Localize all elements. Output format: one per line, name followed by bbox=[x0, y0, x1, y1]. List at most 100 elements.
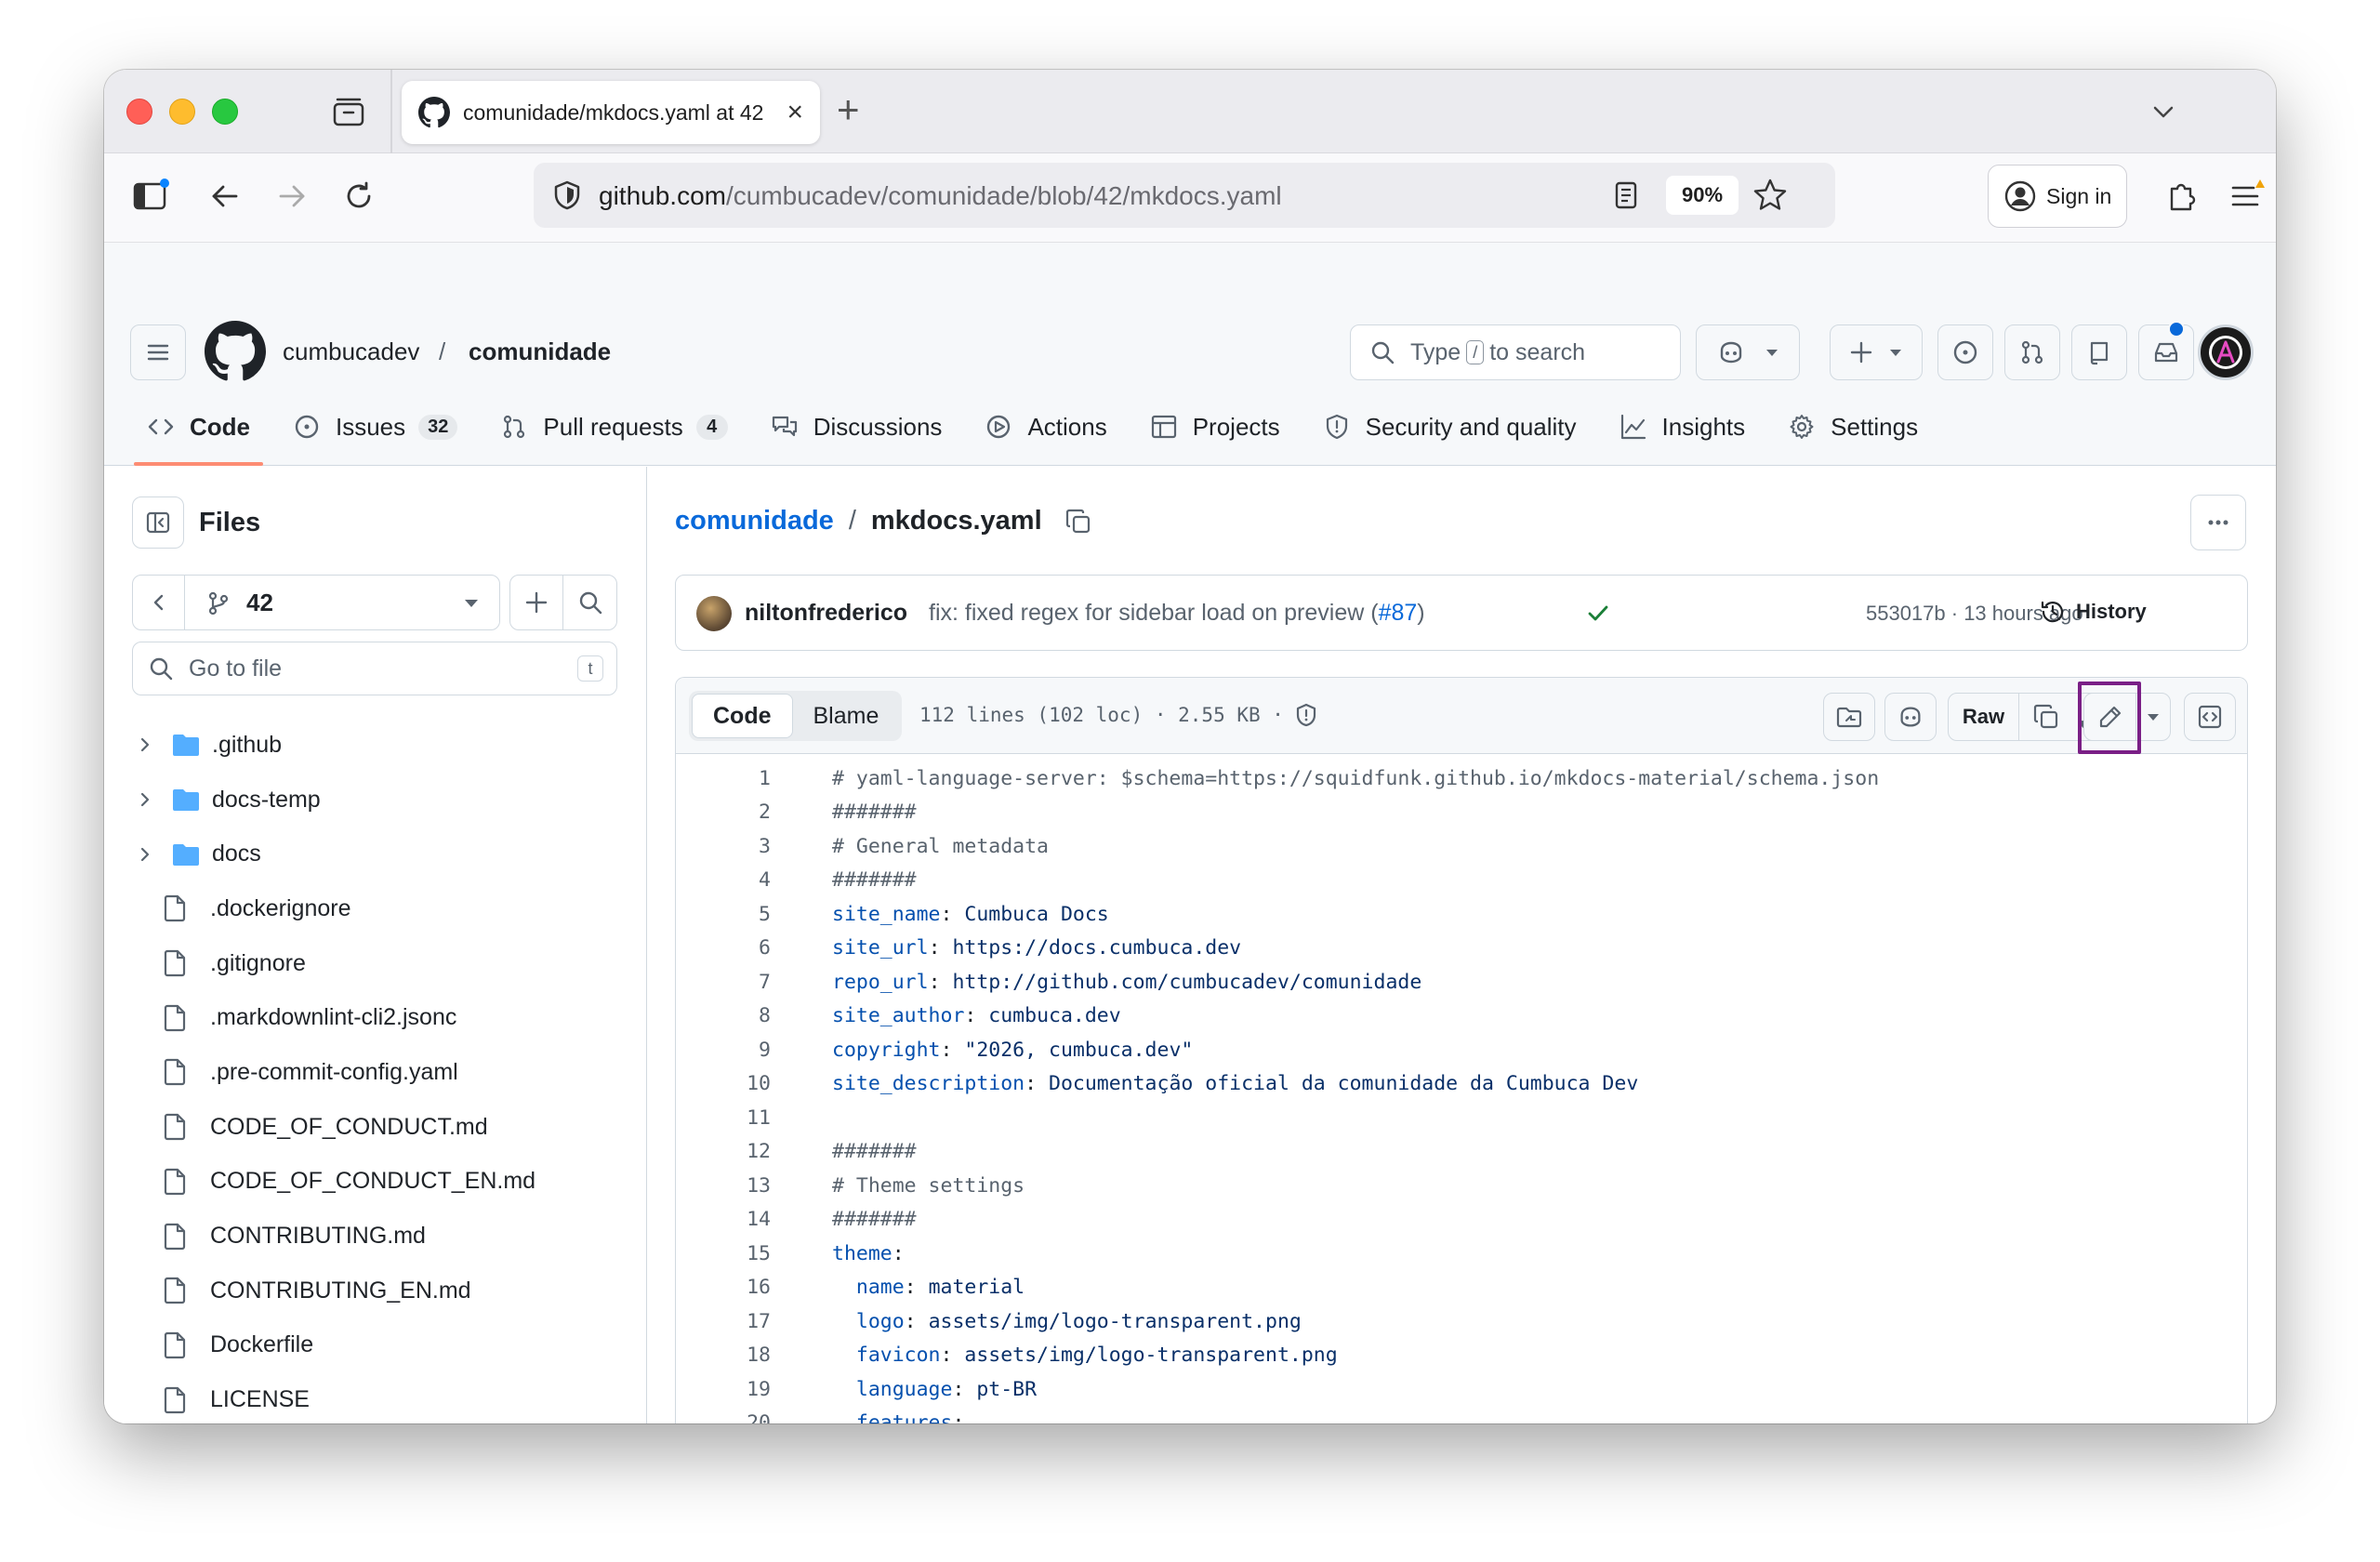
edit-options-dropdown[interactable] bbox=[2136, 694, 2170, 740]
line-number[interactable]: 3 bbox=[676, 835, 771, 858]
tab-insights[interactable]: Insights bbox=[1606, 399, 1759, 455]
breadcrumb-repo-link[interactable]: comunidade bbox=[469, 338, 611, 366]
copilot-button[interactable] bbox=[1696, 324, 1800, 380]
tab-code[interactable]: Code bbox=[134, 399, 263, 466]
pull-requests-button[interactable] bbox=[2004, 324, 2060, 380]
tree-folder-item[interactable]: docs bbox=[104, 827, 647, 881]
line-number[interactable]: 11 bbox=[676, 1106, 771, 1130]
tree-file-item[interactable]: .markdownlint-cli2.jsonc bbox=[104, 990, 647, 1045]
code-owners-shield-icon[interactable] bbox=[1293, 702, 1319, 728]
back-button[interactable] bbox=[133, 576, 185, 629]
tab-code[interactable]: Code bbox=[692, 694, 793, 738]
tree-file-item[interactable]: .gitignore bbox=[104, 936, 647, 991]
tab-issues[interactable]: Issues 32 bbox=[280, 399, 470, 455]
tracking-protection-shield-icon[interactable] bbox=[550, 179, 584, 212]
check-icon[interactable] bbox=[1585, 600, 1611, 626]
browser-tab-active[interactable]: comunidade/mkdocs.yaml at 42 × bbox=[402, 81, 820, 144]
copilot-ask-button[interactable] bbox=[1884, 693, 1937, 741]
app-menu-icon[interactable] bbox=[2226, 176, 2267, 217]
tree-folder-item[interactable]: docs-temp bbox=[104, 773, 647, 827]
tab-actions[interactable]: Actions bbox=[972, 399, 1119, 455]
forward-arrow-icon[interactable] bbox=[271, 176, 312, 217]
file-breadcrumb-repo-link[interactable]: comunidade bbox=[675, 506, 834, 536]
maximize-window-button[interactable] bbox=[212, 99, 238, 125]
symbols-sidebar-toggle-button[interactable] bbox=[2184, 693, 2236, 741]
chevron-right-icon[interactable] bbox=[136, 845, 154, 864]
tree-file-item[interactable]: CODE_OF_CONDUCT.md bbox=[104, 1100, 647, 1155]
repositories-button[interactable] bbox=[2071, 324, 2127, 380]
back-arrow-icon[interactable] bbox=[205, 176, 245, 217]
extensions-puzzle-icon[interactable] bbox=[2161, 176, 2202, 217]
line-number[interactable]: 6 bbox=[676, 936, 771, 960]
line-number[interactable]: 4 bbox=[676, 868, 771, 892]
line-number[interactable]: 5 bbox=[676, 903, 771, 926]
commit-author-avatar[interactable] bbox=[696, 596, 732, 631]
tree-file-item[interactable]: CONTRIBUTING_EN.md bbox=[104, 1264, 647, 1318]
line-number[interactable]: 20 bbox=[676, 1411, 771, 1423]
zoom-level-badge[interactable]: 90% bbox=[1666, 176, 1739, 215]
tab-list-chevron-icon[interactable] bbox=[2149, 98, 2177, 126]
line-number[interactable]: 2 bbox=[676, 801, 771, 824]
global-nav-menu-button[interactable] bbox=[130, 324, 186, 380]
line-number[interactable]: 18 bbox=[676, 1344, 771, 1367]
line-number[interactable]: 12 bbox=[676, 1140, 771, 1163]
line-number[interactable]: 14 bbox=[676, 1208, 771, 1231]
tab-blame[interactable]: Blame bbox=[793, 694, 900, 738]
github-logo-icon[interactable] bbox=[205, 321, 266, 382]
tree-file-item[interactable]: .pre-commit-config.yaml bbox=[104, 1045, 647, 1100]
collapse-file-tree-button[interactable] bbox=[132, 496, 184, 549]
tab-settings[interactable]: Settings bbox=[1775, 399, 1931, 455]
breadcrumb-owner-link[interactable]: cumbucadev bbox=[283, 338, 419, 366]
reader-view-icon[interactable] bbox=[1610, 179, 1642, 211]
line-number[interactable]: 17 bbox=[676, 1310, 771, 1333]
commit-message[interactable]: fix: fixed regex for sidebar load on pre… bbox=[929, 600, 1425, 627]
go-to-file-input[interactable]: Go to file t bbox=[132, 642, 617, 695]
search-files-button[interactable] bbox=[563, 576, 616, 629]
new-tab-button[interactable]: + bbox=[837, 90, 860, 129]
tab-pull-requests[interactable]: Pull requests 4 bbox=[487, 399, 740, 455]
line-number[interactable]: 16 bbox=[676, 1276, 771, 1299]
sign-in-button[interactable]: Sign in bbox=[1988, 165, 2127, 228]
minimize-window-button[interactable] bbox=[169, 99, 195, 125]
chevron-right-icon[interactable] bbox=[136, 790, 154, 809]
line-number[interactable]: 13 bbox=[676, 1174, 771, 1198]
close-window-button[interactable] bbox=[126, 99, 152, 125]
tree-file-item[interactable]: Dockerfile bbox=[104, 1318, 647, 1373]
add-file-button[interactable] bbox=[510, 576, 564, 629]
history-button[interactable]: History bbox=[2039, 598, 2147, 626]
open-symbols-panel-button[interactable] bbox=[1823, 693, 1875, 741]
tree-file-item[interactable]: LICENSE bbox=[104, 1372, 647, 1423]
line-number[interactable]: 10 bbox=[676, 1072, 771, 1095]
tree-folder-item[interactable]: .github bbox=[104, 718, 647, 773]
commit-pr-link[interactable]: #87 bbox=[1379, 600, 1418, 626]
tab-security-and-quality[interactable]: Security and quality bbox=[1310, 399, 1590, 455]
tree-file-item[interactable]: .dockerignore bbox=[104, 881, 647, 936]
tree-file-item[interactable]: CONTRIBUTING.md bbox=[104, 1209, 647, 1264]
reload-icon[interactable] bbox=[338, 176, 379, 217]
line-number[interactable]: 15 bbox=[676, 1242, 771, 1265]
line-number[interactable]: 1 bbox=[676, 767, 771, 790]
raw-button[interactable]: Raw bbox=[1949, 694, 2019, 740]
copy-icon[interactable] bbox=[2032, 703, 2060, 731]
issues-button[interactable] bbox=[1937, 324, 1993, 380]
tab-close-icon[interactable]: × bbox=[787, 99, 803, 126]
tree-file-item[interactable]: CODE_OF_CONDUCT_EN.md bbox=[104, 1155, 647, 1210]
bookmark-star-icon[interactable] bbox=[1752, 177, 1789, 214]
more-options-button[interactable] bbox=[2190, 495, 2246, 550]
line-number[interactable]: 7 bbox=[676, 971, 771, 994]
branch-selector[interactable]: 42 bbox=[132, 575, 500, 630]
chevron-right-icon[interactable] bbox=[136, 735, 154, 754]
line-number[interactable]: 8 bbox=[676, 1004, 771, 1027]
tab-groups-icon[interactable] bbox=[332, 96, 365, 127]
create-new-button[interactable] bbox=[1830, 324, 1923, 380]
notifications-button[interactable] bbox=[2138, 324, 2194, 380]
sidebar-toggle-icon[interactable] bbox=[130, 176, 171, 217]
commit-author-link[interactable]: niltonfrederico bbox=[745, 600, 907, 627]
tab-projects[interactable]: Projects bbox=[1137, 399, 1293, 455]
line-number[interactable]: 9 bbox=[676, 1039, 771, 1062]
address-bar[interactable]: github.com/cumbucadev/comunidade/blob/42… bbox=[534, 163, 1835, 228]
global-search-input[interactable]: Type / to search bbox=[1350, 324, 1681, 380]
tab-discussions[interactable]: Discussions bbox=[758, 399, 956, 455]
user-avatar[interactable] bbox=[2198, 324, 2254, 380]
line-number[interactable]: 19 bbox=[676, 1378, 771, 1401]
